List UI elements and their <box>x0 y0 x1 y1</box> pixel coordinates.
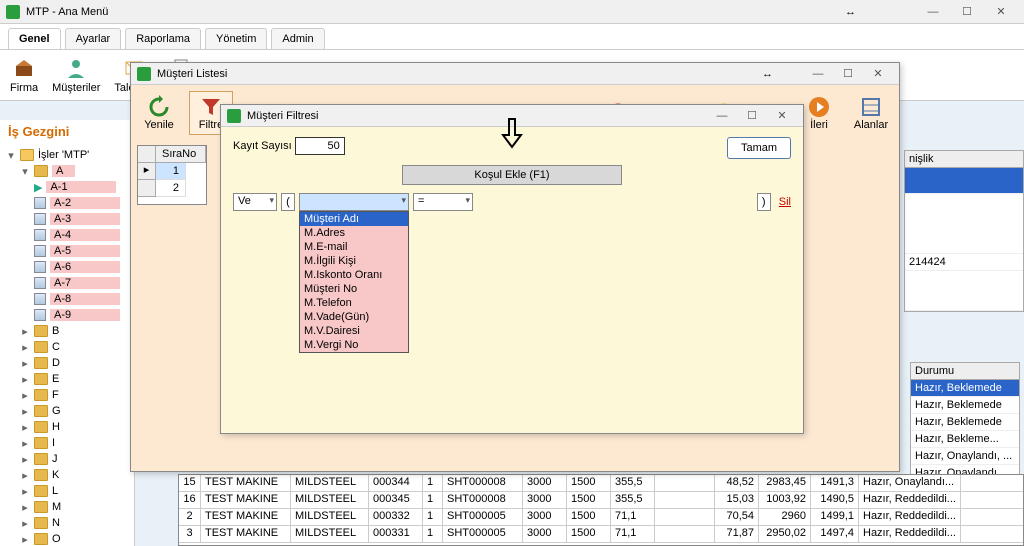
dropdown-option[interactable]: Müşteri No <box>300 282 408 296</box>
durumu-row[interactable]: Hazır, Beklemede <box>911 414 1019 431</box>
ribbon-musteriler[interactable]: Müşteriler <box>48 54 104 96</box>
durumu-row[interactable]: Hazır, Beklemede <box>911 397 1019 414</box>
paren-right[interactable]: ) <box>757 193 771 211</box>
condition-row: Ve ( = ) Sil Müşteri AdıM.AdresM.E-mailM… <box>233 193 791 211</box>
tree-item[interactable]: A-7 <box>0 275 134 291</box>
table-row[interactable]: 3TEST MAKINEMILDSTEEL0003311SHT000005300… <box>179 526 1023 543</box>
durumu-row[interactable]: Hazır, Bekleme... <box>911 431 1019 448</box>
table-row[interactable]: 15TEST MAKINEMILDSTEEL0003441SHT00000830… <box>179 475 1023 492</box>
app-title: MTP - Ana Menü <box>26 6 845 18</box>
logic-select[interactable]: Ve <box>233 193 277 211</box>
tree-item[interactable]: A-9 <box>0 307 134 323</box>
tree-folder[interactable]: ▸M <box>0 499 134 515</box>
tab-raporlama[interactable]: Raporlama <box>125 28 201 49</box>
tree-folder[interactable]: ▸H <box>0 419 134 435</box>
durumu-row[interactable]: Hazır, Beklemede <box>911 380 1019 397</box>
yenile-button[interactable]: Yenile <box>137 91 181 135</box>
alanlar-button[interactable]: Alanlar <box>849 91 893 135</box>
close-button[interactable]: ✕ <box>984 2 1018 22</box>
tree-folder[interactable]: ▸K <box>0 467 134 483</box>
tree-folder[interactable]: ▸C <box>0 339 134 355</box>
field-dropdown[interactable]: Müşteri AdıM.AdresM.E-mailM.İlgili KişiM… <box>299 211 409 353</box>
resize-handle-icon[interactable]: ↔ <box>762 68 773 80</box>
tab-yonetim[interactable]: Yönetim <box>205 28 267 49</box>
tree-folder[interactable]: ▸L <box>0 483 134 499</box>
window-icon <box>227 109 241 123</box>
tree[interactable]: ▾İşler 'MTP' ▾A ▶A-1A-2A-3A-4A-5A-6A-7A-… <box>0 147 134 546</box>
tree-root: ▾İşler 'MTP' <box>0 147 134 163</box>
sidebar: İş Gezgini ▾İşler 'MTP' ▾A ▶A-1A-2A-3A-4… <box>0 120 135 546</box>
ribbon-tabs: Genel Ayarlar Raporlama Yönetim Admin <box>0 24 1024 50</box>
dropdown-option[interactable]: M.Adres <box>300 226 408 240</box>
durumu-panel: Durumu Hazır, BeklemedeHazır, BeklemedeH… <box>910 362 1020 483</box>
right-column-header: nişlik <box>905 151 1023 168</box>
sil-link[interactable]: Sil <box>779 196 791 208</box>
tree-item[interactable]: A-5 <box>0 243 134 259</box>
table-row[interactable]: 2TEST MAKINEMILDSTEEL0003321SHT000005300… <box>179 509 1023 526</box>
tree-folder[interactable]: ▸O <box>0 531 134 546</box>
tree-folder[interactable]: ▸E <box>0 371 134 387</box>
paren-left[interactable]: ( <box>281 193 295 211</box>
app-icon <box>6 5 20 19</box>
filtre-min[interactable]: — <box>707 107 737 125</box>
tree-folder[interactable]: ▸G <box>0 403 134 419</box>
dropdown-option[interactable]: Müşteri Adı <box>300 212 408 226</box>
tree-item[interactable]: A-4 <box>0 227 134 243</box>
tab-genel[interactable]: Genel <box>8 28 61 49</box>
durumu-header: Durumu <box>911 363 1019 380</box>
tree-item[interactable]: A-2 <box>0 195 134 211</box>
right-column-row-sel[interactable] <box>905 168 1023 194</box>
durumu-row[interactable]: Hazır, Onaylandı, ... <box>911 448 1019 465</box>
tree-folder[interactable]: ▸I <box>0 435 134 451</box>
musteri-max[interactable]: ☐ <box>833 65 863 83</box>
right-column: nişlik 214424 <box>904 150 1024 312</box>
dropdown-option[interactable]: M.Vergi No <box>300 338 408 352</box>
dropdown-option[interactable]: M.E-mail <box>300 240 408 254</box>
kayit-input[interactable] <box>295 137 345 155</box>
tree-folder[interactable]: ▸J <box>0 451 134 467</box>
tree-item[interactable]: A-3 <box>0 211 134 227</box>
sidebar-title: İş Gezgini <box>0 120 134 147</box>
ribbon-firma[interactable]: Firma <box>6 54 42 96</box>
window-icon <box>137 67 151 81</box>
dropdown-option[interactable]: M.Iskonto Oranı <box>300 268 408 282</box>
minimize-button[interactable]: — <box>916 2 950 22</box>
tree-folder[interactable]: ▸N <box>0 515 134 531</box>
dropdown-option[interactable]: M.Telefon <box>300 296 408 310</box>
tree-item[interactable]: ▶A-1 <box>0 179 134 195</box>
tab-admin[interactable]: Admin <box>271 28 324 49</box>
bottom-grid[interactable]: 15TEST MAKINEMILDSTEEL0003441SHT00000830… <box>178 474 1024 546</box>
musteri-min[interactable]: — <box>803 65 833 83</box>
dropdown-option[interactable]: M.V.Dairesi <box>300 324 408 338</box>
table-row[interactable]: 16TEST MAKINEMILDSTEEL0003451SHT00000830… <box>179 492 1023 509</box>
dropdown-option[interactable]: M.İlgili Kişi <box>300 254 408 268</box>
arrow-down-icon <box>497 117 527 152</box>
main-titlebar: MTP - Ana Menü ↔ — ☐ ✕ <box>0 0 1024 24</box>
musteri-close[interactable]: ✕ <box>863 65 893 83</box>
tree-a: ▾A <box>0 163 134 179</box>
tree-folder[interactable]: ▸D <box>0 355 134 371</box>
tab-ayarlar[interactable]: Ayarlar <box>65 28 122 49</box>
filtre-title: Müşteri Filtresi <box>247 110 707 122</box>
musteri-grid[interactable]: SıraNo ▸1 2 <box>137 145 207 205</box>
kosul-ekle-button[interactable]: Koşul Ekle (F1) <box>402 165 622 185</box>
filtre-max[interactable]: ☐ <box>737 107 767 125</box>
tamam-button[interactable]: Tamam <box>727 137 791 159</box>
maximize-button[interactable]: ☐ <box>950 2 984 22</box>
kayit-label: Kayıt Sayısı <box>233 140 292 152</box>
tree-folder[interactable]: ▸F <box>0 387 134 403</box>
right-column-value: 214424 <box>905 254 1023 271</box>
field-select[interactable] <box>299 193 409 211</box>
musteri-filtresi-window: Müşteri Filtresi — ☐ ✕ Kayıt Sayısı Tama… <box>220 104 804 434</box>
tree-folder[interactable]: ▸B <box>0 323 134 339</box>
musteri-title: Müşteri Listesi <box>157 68 762 80</box>
tree-item[interactable]: A-8 <box>0 291 134 307</box>
dropdown-option[interactable]: M.Vade(Gün) <box>300 310 408 324</box>
filtre-close[interactable]: ✕ <box>767 107 797 125</box>
resize-handle-icon[interactable]: ↔ <box>845 6 856 18</box>
tree-item[interactable]: A-6 <box>0 259 134 275</box>
operator-select[interactable]: = <box>413 193 473 211</box>
